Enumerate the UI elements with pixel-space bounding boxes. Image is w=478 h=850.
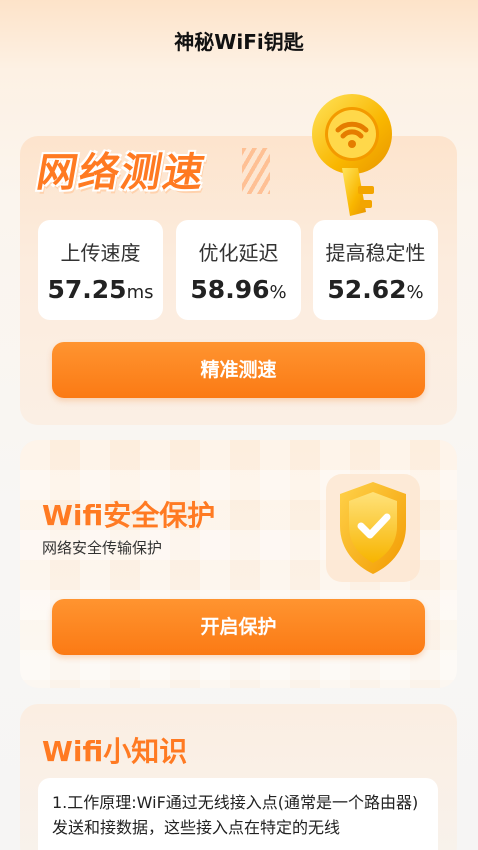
wifi-knowledge-card: Wifi小知识 1.工作原理:WiF通过无线接入点(通常是一个路由器)发送和接数… <box>20 704 457 850</box>
enable-protection-button[interactable]: 开启保护 <box>52 599 425 655</box>
stat-unit: % <box>269 282 287 303</box>
shield-check-icon <box>326 474 420 582</box>
heading-decoration <box>242 148 270 194</box>
page-title: 神秘WiFi钥匙 <box>174 30 304 54</box>
stat-upload-speed: 上传速度 57.25ms <box>38 220 163 320</box>
stat-stability: 提高稳定性 52.62% <box>313 220 438 320</box>
stat-number: 58.96 <box>190 275 270 304</box>
stat-label: 优化延迟 <box>198 241 279 265</box>
stat-optimize-latency: 优化延迟 58.96% <box>176 220 301 320</box>
stat-unit: ms <box>126 282 154 303</box>
wifi-key-icon <box>312 94 392 216</box>
stat-value: 58.96% <box>176 275 301 304</box>
stat-number: 57.25 <box>47 275 127 304</box>
stat-label: 提高稳定性 <box>325 241 426 265</box>
stat-label: 上传速度 <box>60 241 141 265</box>
stat-value: 57.25ms <box>38 275 163 304</box>
precise-speed-test-button[interactable]: 精准测速 <box>52 342 425 398</box>
stat-number: 52.62 <box>327 275 407 304</box>
security-title: Wifi安全保护 <box>42 499 216 532</box>
speed-test-heading: 网络测速 <box>33 150 210 196</box>
top-bar: 神秘WiFi钥匙 <box>0 0 478 80</box>
stat-unit: % <box>406 282 424 303</box>
security-subtitle: 网络安全传输保护 <box>42 539 163 557</box>
knowledge-title: Wifi小知识 <box>42 735 188 768</box>
stat-value: 52.62% <box>313 275 438 304</box>
knowledge-text: 1.工作原理:WiF通过无线接入点(通常是一个路由器)发送和接数据，这些接入点在… <box>38 778 438 850</box>
